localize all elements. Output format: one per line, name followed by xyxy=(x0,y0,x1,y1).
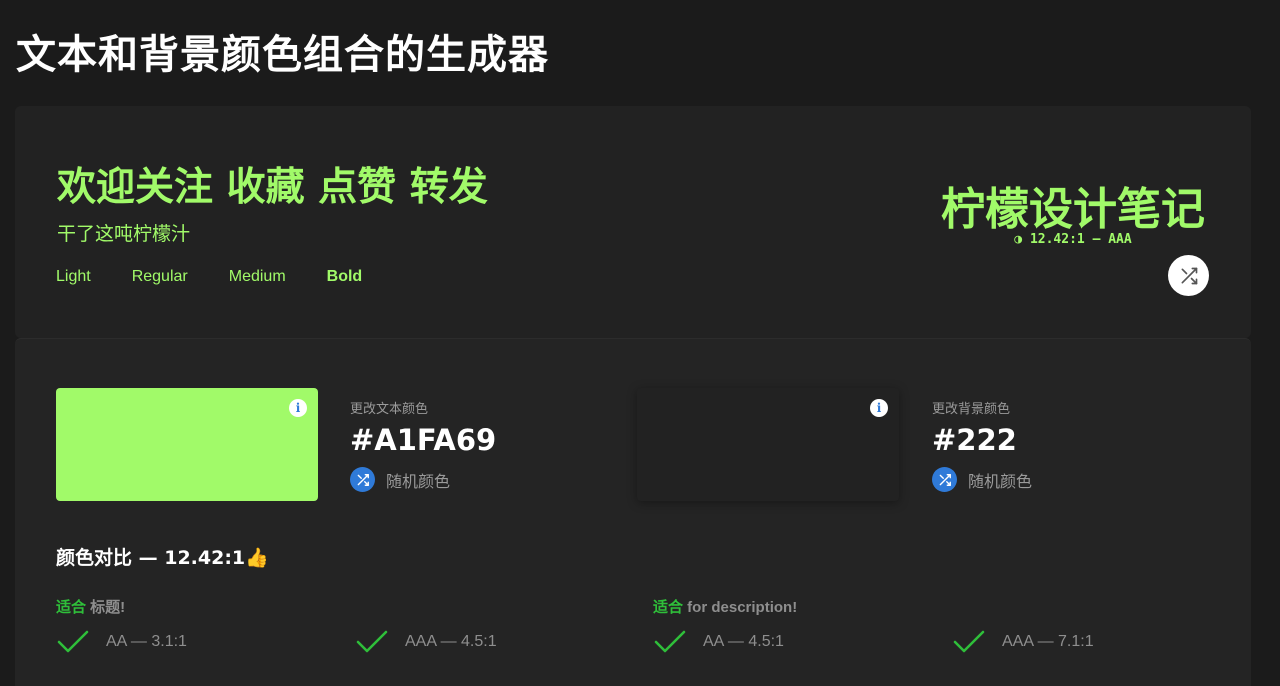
controls-card: i 更改文本颜色 #A1FA69 随机颜色 i 更改背景颜色 #222 随机颜色… xyxy=(15,338,1251,686)
check-item: AA — 4.5:1 xyxy=(653,629,784,655)
preview-subheading: 干了这吨柠檬汁 xyxy=(57,223,191,245)
weight-bold: Bold xyxy=(326,268,363,285)
check-label: AAA — 4.5:1 xyxy=(405,633,497,650)
check-label: AAA — 7.1:1 xyxy=(1002,633,1094,650)
checkmark-icon xyxy=(356,630,388,653)
shuffle-icon xyxy=(350,467,375,492)
preview-heading: 欢迎关注 收藏 点赞 转发 xyxy=(57,165,488,210)
brand-name: 柠檬设计笔记 xyxy=(941,184,1205,235)
suitable-purpose: for description! xyxy=(683,599,798,616)
weight-light: Light xyxy=(56,268,91,285)
text-color-hex[interactable]: #A1FA69 xyxy=(350,423,496,457)
checkmark-icon xyxy=(654,630,686,653)
suitable-label: 适合 xyxy=(56,599,87,616)
text-random-color-button[interactable]: 随机颜色 xyxy=(350,467,496,492)
check-item: AA — 3.1:1 xyxy=(56,629,187,655)
check-label: AA — 3.1:1 xyxy=(106,633,187,650)
check-item: AAA — 7.1:1 xyxy=(952,629,1094,655)
checkmark-icon xyxy=(953,630,985,653)
text-color-label: 更改文本颜色 xyxy=(350,402,429,417)
text-color-swatch[interactable]: i xyxy=(56,388,318,501)
suitable-label: 适合 xyxy=(653,599,684,616)
check-label: AA — 4.5:1 xyxy=(703,633,784,650)
shuffle-colors-button[interactable] xyxy=(1168,255,1209,296)
brand-block: 柠檬设计笔记 ◑ 12.42:1 – AAA xyxy=(941,184,1205,247)
weight-regular: Regular xyxy=(131,268,188,285)
shuffle-icon xyxy=(1181,267,1197,284)
info-icon[interactable]: i xyxy=(870,399,888,417)
page-title: 文本和背景颜色组合的生成器 xyxy=(16,32,549,78)
suitability-heading: 适合 标题! xyxy=(56,596,125,617)
random-color-label: 随机颜色 xyxy=(386,471,451,491)
preview-card: 欢迎关注 收藏 点赞 转发 干了这吨柠檬汁 Light Regular Medi… xyxy=(15,106,1251,338)
weight-medium: Medium xyxy=(228,268,286,285)
background-color-hex[interactable]: #222 xyxy=(932,423,1032,457)
background-color-label: 更改背景颜色 xyxy=(932,402,1011,417)
background-color-swatch[interactable]: i xyxy=(637,388,899,501)
background-color-meta: 更改背景颜色 #222 随机颜色 xyxy=(932,398,1032,492)
checkmark-icon xyxy=(57,630,89,653)
check-item: AAA — 4.5:1 xyxy=(355,629,497,655)
random-color-label: 随机颜色 xyxy=(968,471,1033,491)
info-icon[interactable]: i xyxy=(289,399,307,417)
font-weight-samples: Light Regular Medium Bold xyxy=(56,268,403,286)
contrast-title: 颜色对比 — 12.42:1👍 xyxy=(56,547,269,569)
suitability-heading: 适合 for description! xyxy=(653,596,797,617)
shuffle-icon xyxy=(932,467,957,492)
background-random-color-button[interactable]: 随机颜色 xyxy=(932,467,1032,492)
text-color-meta: 更改文本颜色 #A1FA69 随机颜色 xyxy=(350,398,496,492)
suitable-purpose: 标题! xyxy=(86,599,126,616)
